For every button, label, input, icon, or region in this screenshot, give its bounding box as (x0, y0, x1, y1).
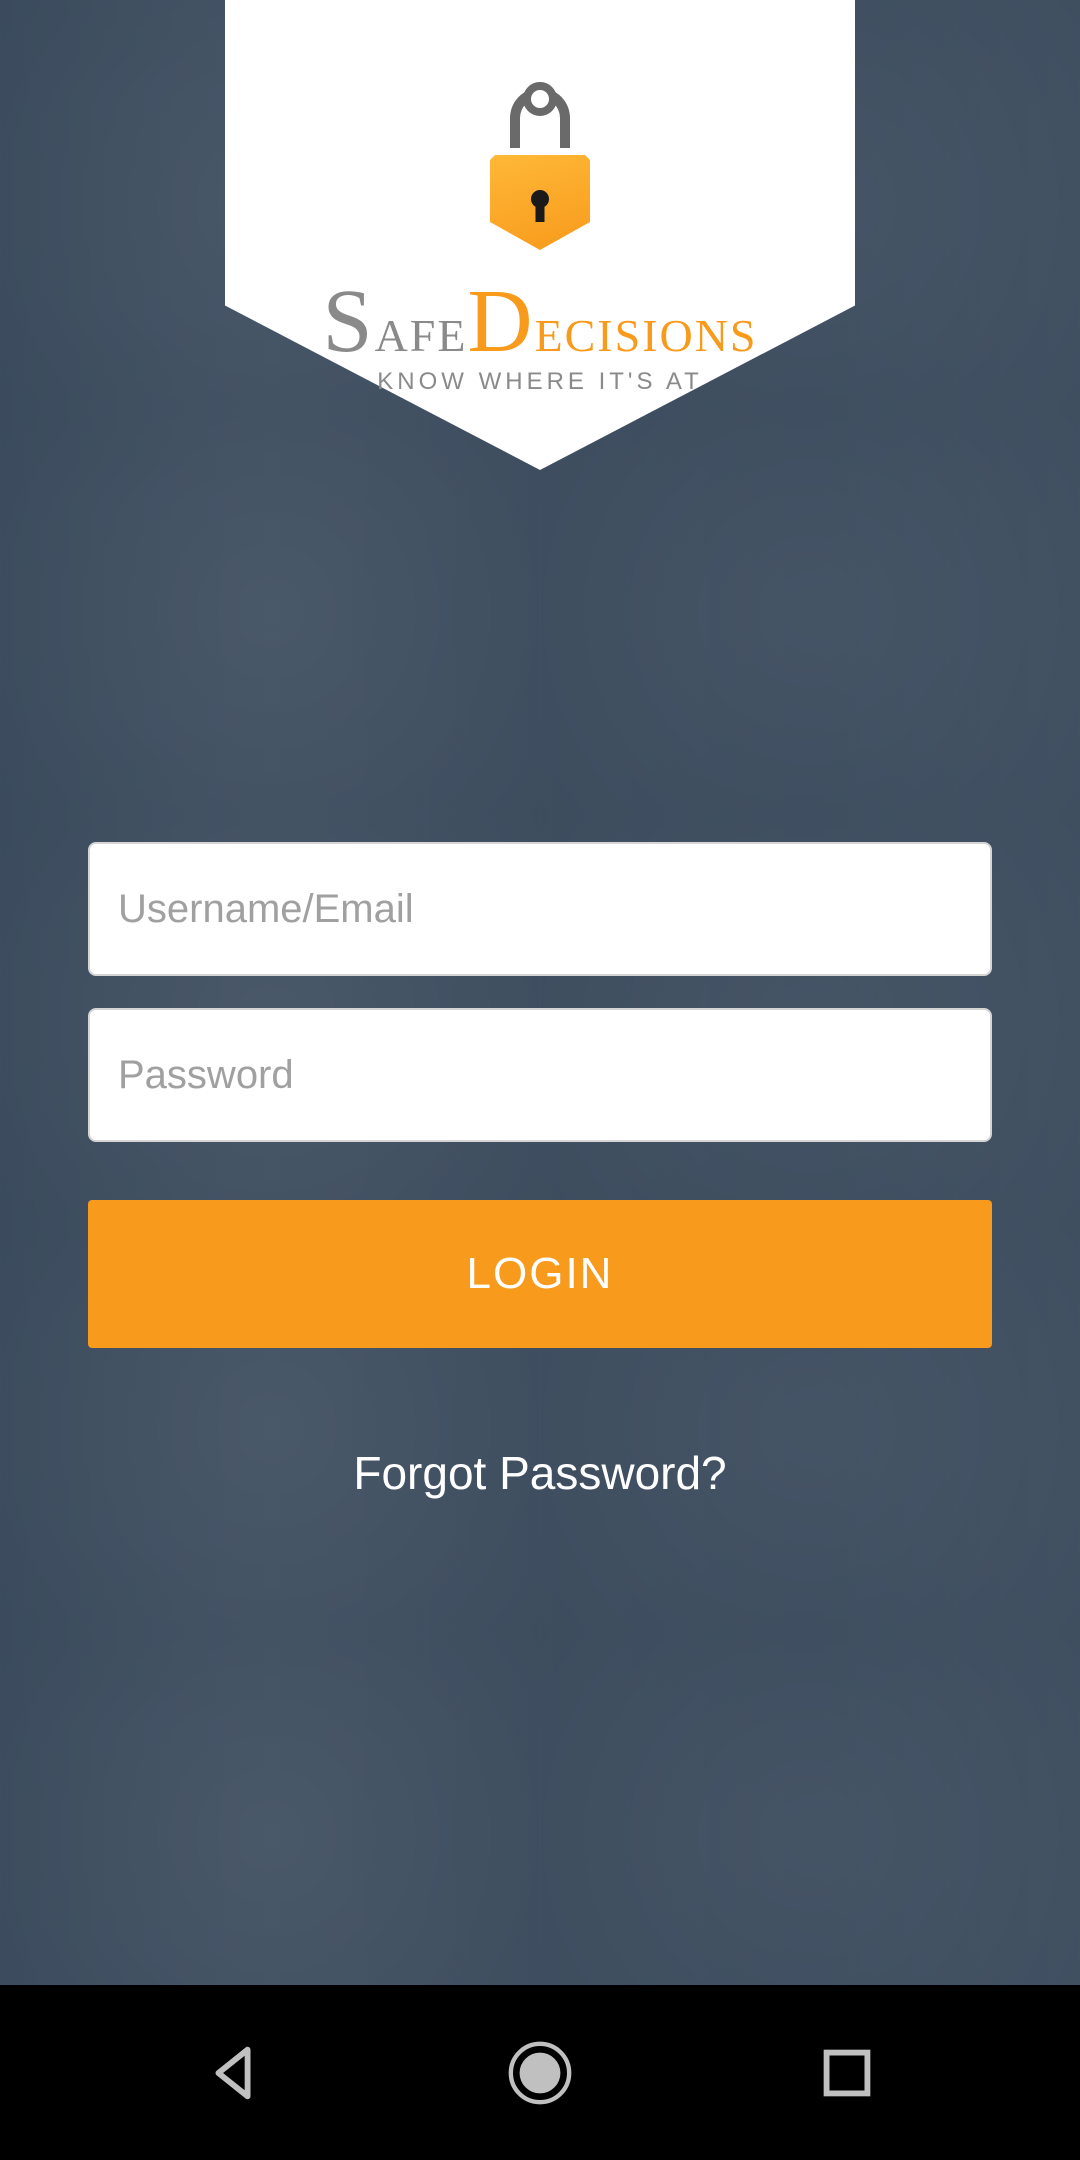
nav-back-button[interactable] (198, 2038, 268, 2108)
brand-tagline: KNOW WHERE IT'S AT (377, 368, 702, 396)
recents-icon (812, 2038, 882, 2108)
username-input[interactable] (88, 842, 992, 976)
login-form: LOGIN Forgot Password? (88, 842, 992, 1500)
android-nav-bar (0, 1985, 1080, 2160)
home-icon (505, 2038, 575, 2108)
brand-logo-text: SafeDecisions (323, 270, 758, 373)
back-icon (198, 2038, 268, 2108)
login-button[interactable]: LOGIN (88, 1200, 992, 1348)
nav-home-button[interactable] (505, 2038, 575, 2108)
forgot-password-link[interactable]: Forgot Password? (88, 1446, 992, 1500)
lock-icon (480, 80, 600, 250)
password-input[interactable] (88, 1008, 992, 1142)
nav-recents-button[interactable] (812, 2038, 882, 2108)
logo-badge: SafeDecisions KNOW WHERE IT'S AT (225, 0, 855, 470)
